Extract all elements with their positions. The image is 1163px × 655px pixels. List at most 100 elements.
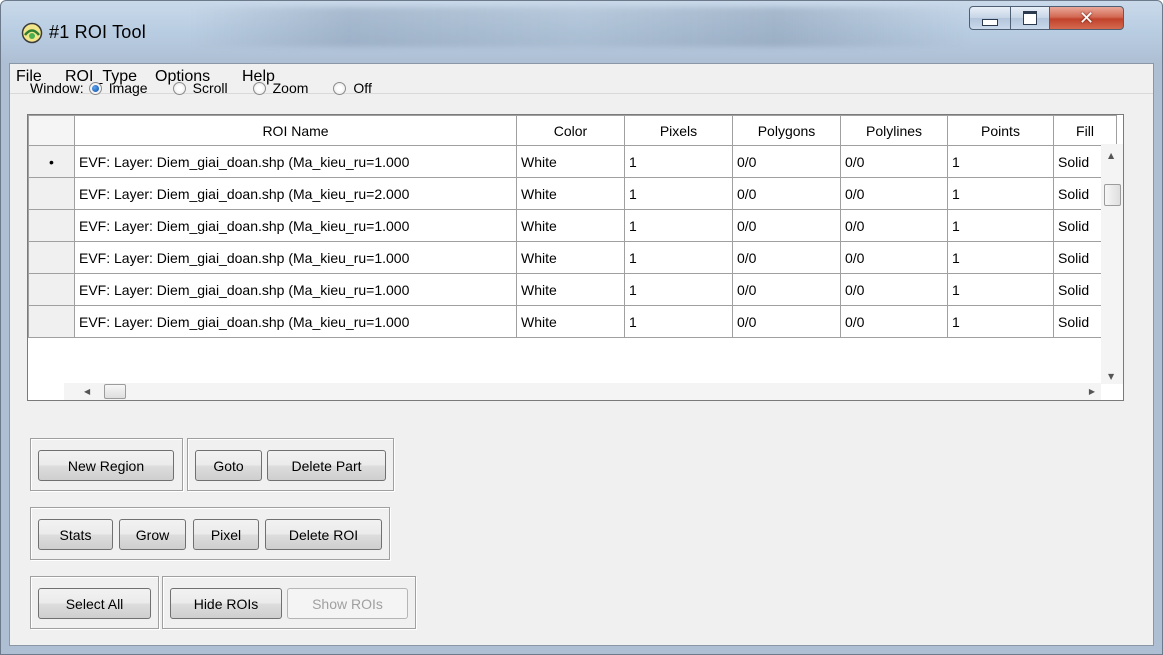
row-header[interactable] (28, 305, 75, 338)
cell-pixels[interactable]: 1 (624, 209, 733, 242)
radio-image-label: Image (108, 80, 148, 96)
cell-polylines[interactable]: 0/0 (840, 241, 948, 274)
vertical-scrollbar[interactable]: ▲ ▼ (1101, 144, 1123, 384)
table-row[interactable]: EVF: Layer: Diem_giai_doan.shp (Ma_kieu_… (28, 241, 1117, 274)
title-bar[interactable]: #1 ROI Tool ✕ (1, 1, 1162, 63)
scroll-left-arrow-icon[interactable]: ◀ (84, 387, 90, 396)
title-bar-background-blur (191, 7, 971, 47)
radio-off-label: Off (353, 80, 372, 96)
maximize-button[interactable] (1010, 6, 1050, 30)
corner-header[interactable] (28, 115, 75, 146)
horizontal-scroll-thumb[interactable] (104, 384, 126, 399)
cell-points[interactable]: 1 (947, 145, 1054, 178)
cell-polygons[interactable]: 0/0 (732, 145, 841, 178)
window-title: #1 ROI Tool (49, 22, 146, 42)
radio-zoom-button[interactable] (252, 81, 266, 95)
row-header[interactable] (28, 209, 75, 242)
select-all-button[interactable]: Select All (38, 588, 151, 619)
radio-off[interactable]: Off (333, 80, 372, 96)
table-row[interactable]: EVF: Layer: Diem_giai_doan.shp (Ma_kieu_… (28, 305, 1117, 338)
new-region-button[interactable]: New Region (38, 450, 174, 481)
table-row[interactable]: • EVF: Layer: Diem_giai_doan.shp (Ma_kie… (28, 145, 1117, 178)
cell-color[interactable]: White (516, 273, 625, 306)
column-header-roi-name[interactable]: ROI Name (74, 115, 517, 146)
scroll-up-arrow-icon[interactable]: ▲ (1108, 151, 1114, 160)
cell-pixels[interactable]: 1 (624, 305, 733, 338)
show-rois-button: Show ROIs (287, 588, 408, 619)
cell-pixels[interactable]: 1 (624, 145, 733, 178)
table-row[interactable]: EVF: Layer: Diem_giai_doan.shp (Ma_kieu_… (28, 177, 1117, 210)
cell-polylines[interactable]: 0/0 (840, 209, 948, 242)
radio-zoom[interactable]: Zoom (252, 80, 309, 96)
minimize-button[interactable] (969, 6, 1011, 30)
app-icon (21, 22, 43, 44)
cell-polylines[interactable]: 0/0 (840, 305, 948, 338)
cell-roi-name[interactable]: EVF: Layer: Diem_giai_doan.shp (Ma_kieu_… (74, 241, 517, 274)
row-header[interactable] (28, 241, 75, 274)
cell-color[interactable]: White (516, 177, 625, 210)
grow-button[interactable]: Grow (119, 519, 186, 550)
delete-roi-button[interactable]: Delete ROI (265, 519, 382, 550)
cell-color[interactable]: White (516, 209, 625, 242)
cell-polygons[interactable]: 0/0 (732, 305, 841, 338)
delete-part-button[interactable]: Delete Part (267, 450, 386, 481)
radio-image[interactable]: Image (88, 80, 148, 96)
roi-tool-window: #1 ROI Tool ✕ File ROI_Type Options Help… (0, 0, 1163, 655)
goto-button[interactable]: Goto (195, 450, 262, 481)
scroll-right-arrow-icon[interactable]: ▶ (1089, 387, 1095, 396)
cell-polygons[interactable]: 0/0 (732, 177, 841, 210)
cell-polylines[interactable]: 0/0 (840, 273, 948, 306)
column-header-fill[interactable]: Fill (1053, 115, 1117, 146)
close-icon: ✕ (1078, 7, 1095, 29)
window-mode-group: Window: Image Scroll Zoom Off (30, 77, 397, 99)
radio-off-button[interactable] (333, 81, 347, 95)
cell-color[interactable]: White (516, 305, 625, 338)
close-button[interactable]: ✕ (1049, 6, 1124, 30)
cell-roi-name[interactable]: EVF: Layer: Diem_giai_doan.shp (Ma_kieu_… (74, 273, 517, 306)
vertical-scroll-thumb[interactable] (1104, 184, 1121, 206)
cell-pixels[interactable]: 1 (624, 241, 733, 274)
row-header[interactable]: • (28, 145, 75, 178)
cell-color[interactable]: White (516, 241, 625, 274)
table-row[interactable]: EVF: Layer: Diem_giai_doan.shp (Ma_kieu_… (28, 209, 1117, 242)
column-header-polygons[interactable]: Polygons (732, 115, 841, 146)
stats-button[interactable]: Stats (38, 519, 113, 550)
cell-roi-name[interactable]: EVF: Layer: Diem_giai_doan.shp (Ma_kieu_… (74, 145, 517, 178)
column-header-polylines[interactable]: Polylines (840, 115, 948, 146)
cell-pixels[interactable]: 1 (624, 177, 733, 210)
cell-polygons[interactable]: 0/0 (732, 273, 841, 306)
radio-scroll-button[interactable] (172, 81, 186, 95)
cell-polylines[interactable]: 0/0 (840, 177, 948, 210)
cell-roi-name[interactable]: EVF: Layer: Diem_giai_doan.shp (Ma_kieu_… (74, 305, 517, 338)
pixel-button[interactable]: Pixel (193, 519, 259, 550)
cell-pixels[interactable]: 1 (624, 273, 733, 306)
column-header-color[interactable]: Color (516, 115, 625, 146)
column-header-points[interactable]: Points (947, 115, 1054, 146)
cell-polygons[interactable]: 0/0 (732, 241, 841, 274)
row-header[interactable] (28, 177, 75, 210)
cell-roi-name[interactable]: EVF: Layer: Diem_giai_doan.shp (Ma_kieu_… (74, 177, 517, 210)
cell-points[interactable]: 1 (947, 209, 1054, 242)
radio-scroll[interactable]: Scroll (172, 80, 228, 96)
cell-points[interactable]: 1 (947, 273, 1054, 306)
row-header[interactable] (28, 273, 75, 306)
radio-zoom-label: Zoom (272, 80, 309, 96)
maximize-icon (1023, 11, 1037, 25)
cell-points[interactable]: 1 (947, 241, 1054, 274)
cell-polygons[interactable]: 0/0 (732, 209, 841, 242)
table-row[interactable]: EVF: Layer: Diem_giai_doan.shp (Ma_kieu_… (28, 273, 1117, 306)
cell-polylines[interactable]: 0/0 (840, 145, 948, 178)
cell-roi-name[interactable]: EVF: Layer: Diem_giai_doan.shp (Ma_kieu_… (74, 209, 517, 242)
cell-points[interactable]: 1 (947, 177, 1054, 210)
scroll-down-arrow-icon[interactable]: ▼ (1108, 372, 1114, 381)
radio-scroll-label: Scroll (192, 80, 228, 96)
column-header-pixels[interactable]: Pixels (624, 115, 733, 146)
cell-color[interactable]: White (516, 145, 625, 178)
cell-points[interactable]: 1 (947, 305, 1054, 338)
radio-image-button[interactable] (88, 81, 102, 95)
window-mode-label: Window: (30, 80, 84, 96)
horizontal-scrollbar[interactable]: ◀ ▶ (64, 383, 1101, 400)
hide-rois-button[interactable]: Hide ROIs (170, 588, 282, 619)
minimize-icon (982, 18, 998, 26)
table-header-row: ROI Name Color Pixels Polygons Polylines… (28, 115, 1117, 146)
